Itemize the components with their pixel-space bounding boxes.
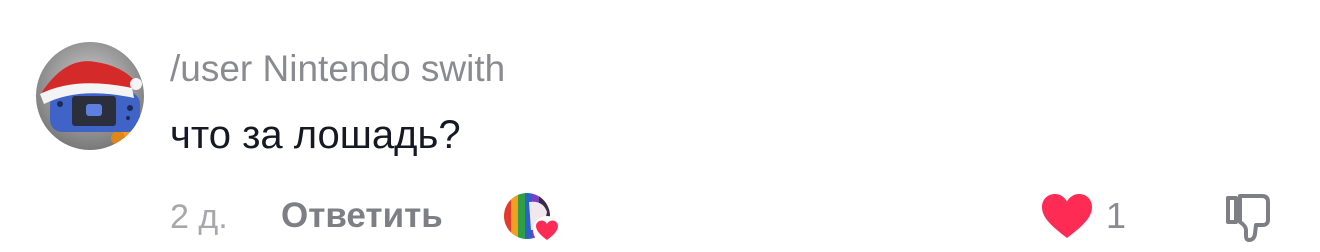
user-avatar[interactable] — [36, 42, 144, 150]
dislike-button[interactable] — [1222, 190, 1276, 244]
comment-item: /user Nintendo swith что за лошадь? 2 д.… — [0, 0, 1320, 252]
creator-avatar-icon — [504, 193, 561, 244]
thumbs-down-icon — [1226, 194, 1270, 242]
heart-icon — [1042, 194, 1092, 238]
comment-timestamp: 2 д. — [170, 198, 228, 236]
comment-username[interactable]: /user Nintendo swith — [170, 47, 505, 91]
creator-liked-badge — [503, 190, 563, 246]
comment-text: что за лошадь? — [170, 113, 461, 157]
like-button[interactable]: 1 — [1040, 190, 1160, 242]
avatar-image — [36, 42, 144, 150]
like-count: 1 — [1106, 195, 1127, 236]
reply-button[interactable]: Ответить — [281, 196, 443, 236]
